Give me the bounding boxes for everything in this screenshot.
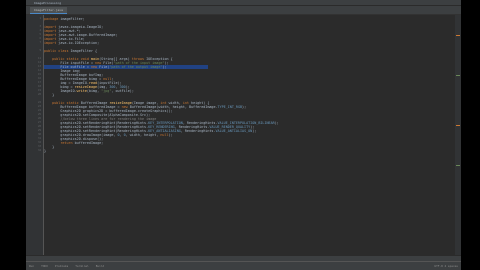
line-number: 15 [37,73,41,76]
code-token: VALUE_ANTIALIAS_ON [215,129,253,133]
line-number: 26 [37,117,41,120]
statusbar-item-terminal[interactable]: Terminal [75,264,88,268]
line-number: 34 [37,149,41,152]
editor-scrollbar[interactable] [455,15,461,255]
code-editor[interactable]: package imageFilter; import javax.imageio… [44,15,455,255]
code-token: TYPE_INT_RGB [217,105,243,109]
line-number: 13 [37,65,41,68]
title-bar: ImageProcessing [26,0,461,5]
statusbar-item-todo[interactable]: TODO [41,264,48,268]
code-token: File( [99,65,110,69]
code-token: write [76,89,87,93]
scroll-marker [456,75,460,76]
line-number: 32 [37,141,41,144]
code-token: , RenderingHints. [180,129,216,133]
line-number: 16 [37,77,41,80]
code-line: ImageIO.write(bimg, "jpg", outFile); [44,89,134,93]
tab-imagefilter[interactable]: ImageFilter.java [30,7,67,14]
line-number: 23 [37,105,41,108]
line-number: 14 [37,69,41,72]
code-line: public class ImageFilter { [44,49,97,53]
statusbar-item-build[interactable]: Build [96,264,104,268]
code-line: } [44,149,46,153]
line-number: 28 [37,125,41,128]
line-number: 9 [39,49,41,52]
code-token: bufferedImage; [74,141,104,145]
code-token: } [44,149,47,153]
code-token: java.io.IOException; [58,41,100,45]
code-token: ImageFilter { [70,49,98,53]
line-number: 17 [37,81,41,84]
line-number: 18 [37,85,41,88]
code-token: , outFile); [111,89,134,93]
line-number: 29 [37,129,41,132]
code-token: ); [252,129,257,133]
code-token: public class [44,49,71,53]
code-token: ); [274,121,279,125]
line-number: 1 [39,17,41,20]
code-line: package imageFilter; [44,17,85,21]
code-token: ); [162,65,167,69]
code-line: import java.io.IOException; [44,41,99,45]
code-token: imageFilter; [60,17,85,21]
code-token: new [90,65,100,69]
line-number: 30 [37,133,41,136]
line-number: 33 [37,145,41,148]
code-token: "path of the output image" [109,65,163,69]
code-token: (bimg, [86,89,102,93]
line-number: 6 [39,37,41,40]
line-number-gutter: 1 3 4 5 6 7 9 11 12 13 14 15 16 17 18 19 20 22 23 24 25 26 27 2… [26,15,44,255]
line-number: 20 [37,93,41,96]
line-number: 27 [37,121,41,124]
scroll-marker [456,165,460,166]
code-line: } [44,93,54,97]
line-number: 4 [39,29,41,32]
status-bar: Run TODO Problems Terminal Build UTF-8 4 spac… [26,261,461,270]
code-token: import [44,41,59,45]
statusbar-item-run[interactable]: Run [29,264,34,268]
scroll-marker [456,125,460,126]
code-token: package [44,17,61,21]
line-number: 5 [39,33,41,36]
code-token: ); [168,133,173,137]
line-number: 12 [37,61,41,64]
line-number: 31 [37,137,41,140]
scroll-marker [456,35,460,36]
line-number: 22 [37,101,41,104]
line-number: 7 [39,41,41,44]
window-title: ImageProcessing [34,0,62,5]
line-number: 19 [37,89,41,92]
line-number: 24 [37,109,41,112]
code-token: } [44,93,55,97]
line-number: 3 [39,25,41,28]
encoding-indicator[interactable]: UTF-8 4 spaces [434,264,458,268]
line-number: 25 [37,113,41,116]
code-token: ); [242,105,247,109]
editor-tabs: ImageFilter.java [26,6,461,15]
ide-window: ImageProcessing ImageFilter.java 1345679… [26,0,461,270]
statusbar-item-problems[interactable]: Problems [55,264,68,268]
code-token: "jpg" [101,89,112,93]
line-number: 11 [37,57,41,60]
code-token: , width, height, [125,133,161,137]
code-token: null [160,133,169,137]
